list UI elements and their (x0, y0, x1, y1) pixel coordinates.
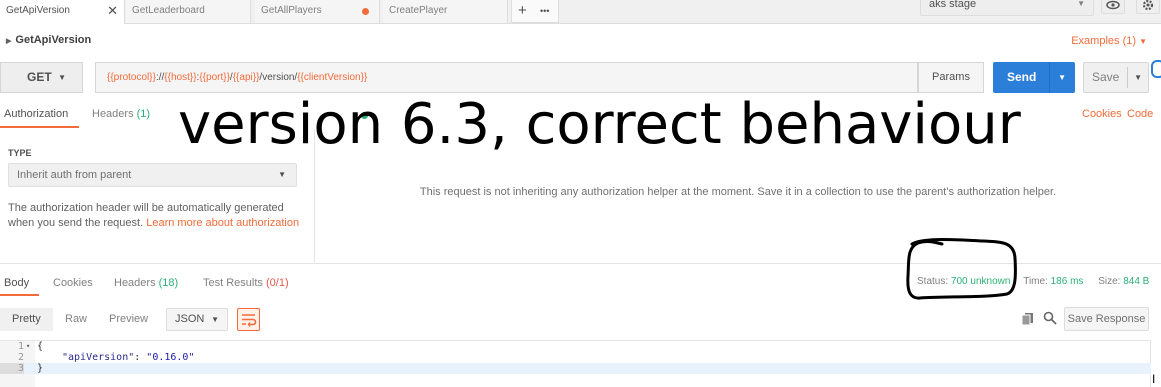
url-variable: {{protocol}} (107, 72, 156, 83)
size-label: Size: (1098, 276, 1121, 287)
send-options-chevron-icon[interactable]: ▼ (1058, 62, 1066, 93)
tab-label: GetAllPlayers (261, 5, 322, 16)
url-text: /version/ (259, 72, 298, 83)
chevron-down-icon: ▼ (211, 315, 219, 324)
size-value[interactable]: 844 B (1123, 276, 1149, 287)
request-name[interactable]: ▶ GetApiVersion (6, 34, 91, 46)
hand-drawn-circle-annotation (906, 238, 1017, 300)
eye-icon[interactable] (1101, 0, 1125, 14)
line-number: 3 (0, 363, 24, 374)
sidebar-toggle-icon[interactable] (1151, 60, 1161, 78)
method-select[interactable]: GET ▼ (0, 62, 83, 93)
tab-label: CreatePlayer (389, 5, 448, 16)
auth-description: The authorization header will be automat… (8, 201, 308, 231)
tab-headers[interactable]: Headers (1) (92, 108, 150, 120)
code-line: 1 ▾ { (0, 341, 1151, 352)
divider (1049, 62, 1050, 93)
send-button[interactable]: Send ▼ (993, 62, 1075, 93)
preview-button[interactable]: Preview (109, 308, 148, 331)
save-button[interactable]: Save ▼ (1083, 62, 1149, 93)
save-options-chevron-icon[interactable]: ▼ (1134, 63, 1142, 92)
divider (1127, 67, 1128, 88)
url-variable: {{clientVersion}} (297, 72, 368, 83)
examples-dropdown[interactable]: Examples (1) ▼ (1071, 35, 1147, 47)
wrap-lines-icon (242, 314, 257, 327)
auth-type-value: Inherit auth from parent (17, 169, 132, 181)
url-variable: {{port}} (199, 72, 230, 83)
copy-icon[interactable] (1021, 312, 1035, 326)
tab-getallplayers[interactable]: GetAllPlayers (255, 0, 380, 23)
response-headers-count: (18) (158, 277, 179, 289)
url-input[interactable]: {{protocol}}://{{host}}:{{port}}/{{api}}… (95, 62, 918, 93)
auth-message: This request is not inheriting any autho… (419, 186, 1057, 198)
url-variable: {{host}} (164, 72, 197, 83)
unsaved-dot-icon (362, 8, 369, 15)
chevron-down-icon: ▼ (1077, 0, 1085, 8)
line-number: 2 (17, 352, 24, 363)
tab-createplayer[interactable]: CreatePlayer (383, 0, 508, 23)
close-icon[interactable]: ✕ (107, 0, 118, 22)
more-tabs-icon[interactable]: ••• (540, 0, 549, 22)
code-line: 2 "apiVersion": "0.16.0" (0, 352, 1151, 363)
tab-authorization[interactable]: Authorization (4, 108, 68, 120)
json-value: "0.16.0" (146, 352, 195, 363)
environment-select[interactable]: aks stage ▼ (920, 0, 1094, 16)
pretty-button[interactable]: Pretty (0, 308, 53, 331)
text-cursor-icon: I (1152, 372, 1156, 386)
tab-cookies[interactable]: Cookies (53, 277, 93, 289)
save-label: Save (1092, 70, 1120, 84)
line-number: 1 (17, 341, 24, 352)
url-variable: {{api}} (232, 72, 260, 83)
json-key: "apiVersion" (62, 352, 135, 363)
auth-type-label: TYPE (8, 148, 32, 158)
time-value[interactable]: 186 ms (1051, 276, 1084, 287)
code-text: { (37, 341, 44, 352)
format-label: JSON (175, 313, 205, 325)
caret-right-icon: ▶ (6, 38, 12, 45)
method-label: GET (27, 70, 52, 84)
chevron-down-icon: ▼ (1139, 37, 1147, 46)
environment-label: aks stage (929, 0, 977, 10)
tab-response-headers-label: Headers (114, 277, 156, 289)
tab-label: GetLeaderboard (132, 5, 205, 16)
learn-more-link[interactable]: Learn more about authorization (146, 217, 299, 229)
time-label: Time: (1023, 276, 1048, 287)
tab-test-results[interactable]: Test Results (0/1) (203, 277, 289, 289)
request-name-label: GetApiVersion (15, 34, 92, 46)
request-tab-bar: GetApiVersion ✕ GetLeaderboard GetAllPla… (0, 0, 1161, 24)
send-label: Send (1007, 70, 1037, 84)
code-text: "apiVersion": "0.16.0" (62, 352, 195, 363)
headers-count: (1) (136, 108, 151, 120)
test-results-count: (0/1) (265, 277, 289, 289)
gear-icon[interactable] (1136, 0, 1160, 14)
wrap-lines-button[interactable] (237, 308, 260, 331)
active-tab-indicator (0, 126, 79, 128)
tab-headers-label: Headers (92, 108, 134, 120)
search-icon[interactable] (1043, 311, 1057, 325)
new-tab-icon[interactable]: + (518, 0, 527, 22)
tab-getleaderboard[interactable]: GetLeaderboard (126, 0, 251, 23)
params-button[interactable]: Params (918, 62, 984, 93)
code-link[interactable]: Code (1127, 108, 1153, 120)
examples-label: Examples (1) (1071, 35, 1137, 47)
format-select[interactable]: JSON ▼ (166, 308, 228, 331)
overlay-caption: version 6.3, correct behaviour (178, 92, 1021, 157)
chevron-down-icon: ▼ (278, 170, 286, 179)
active-tab-indicator (0, 294, 39, 296)
chevron-down-icon: ▼ (58, 73, 66, 82)
code-line-active: 3 } (0, 363, 1151, 374)
tab-test-results-label: Test Results (203, 277, 263, 289)
tab-actions: + ••• (511, 0, 559, 23)
response-body-editor[interactable]: 1 ▾ { 2 "apiVersion": "0.16.0" 3 } (0, 340, 1151, 387)
tab-label: GetApiVersion (6, 5, 70, 16)
fold-icon[interactable]: ▾ (26, 341, 30, 352)
auth-type-select[interactable]: Inherit auth from parent ▼ (8, 163, 297, 187)
tab-body[interactable]: Body (4, 277, 29, 289)
cookies-link[interactable]: Cookies (1082, 108, 1122, 120)
code-text: } (37, 363, 44, 374)
raw-button[interactable]: Raw (65, 308, 87, 331)
save-response-button[interactable]: Save Response (1064, 307, 1149, 331)
tab-getapiversion[interactable]: GetApiVersion ✕ (0, 0, 125, 24)
tab-response-headers[interactable]: Headers (18) (114, 277, 178, 289)
